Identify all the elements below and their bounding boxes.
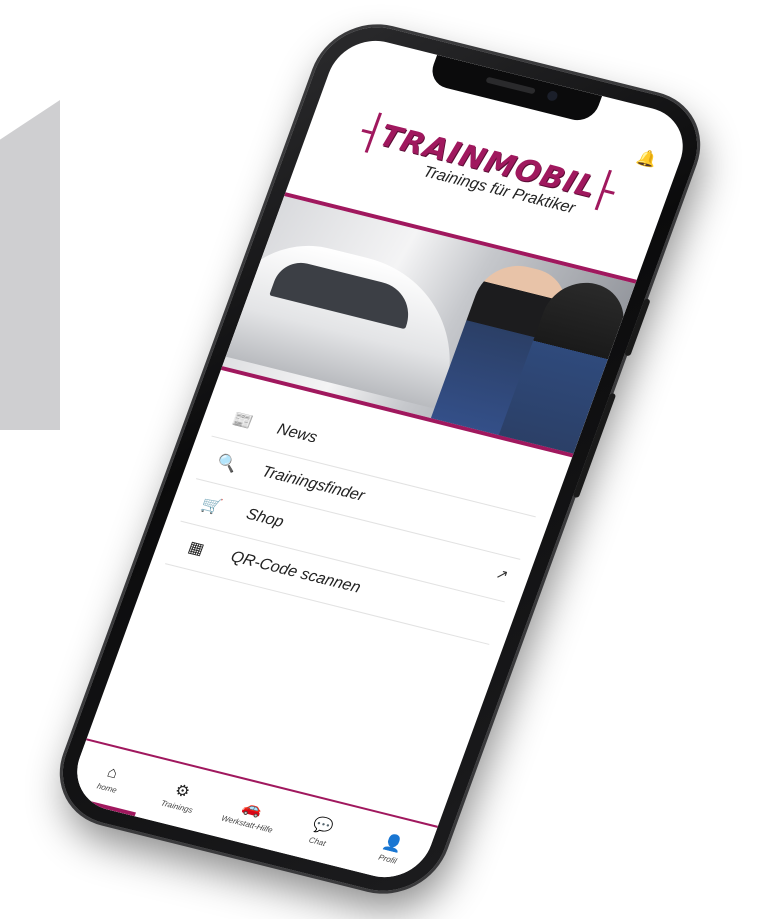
- menu-item-label: News: [274, 420, 320, 447]
- nav-item-home[interactable]: ⌂ home: [76, 757, 144, 799]
- notch: [426, 54, 603, 125]
- nav-item-chat[interactable]: 💬 Chat: [287, 809, 356, 853]
- bell-icon[interactable]: 🔔: [634, 147, 660, 171]
- nav-item-trainings[interactable]: ⚙ Trainings: [146, 774, 215, 818]
- speaker: [485, 76, 536, 95]
- background-grey-panel: [0, 100, 60, 430]
- nav-label: Chat: [307, 834, 328, 848]
- front-camera: [545, 89, 559, 102]
- home-icon: ⌂: [104, 763, 121, 782]
- phone-frame: 🔔 TRAINMOBIL Trainings für Praktiker 📰 N…: [46, 14, 714, 904]
- nav-active-indicator: [64, 795, 136, 817]
- search-icon: 🔍: [214, 453, 240, 475]
- newspaper-icon: 📰: [229, 410, 256, 432]
- nav-label: Profil: [377, 852, 399, 866]
- nav-label: Trainings: [159, 798, 195, 815]
- chat-icon: 💬: [310, 815, 336, 837]
- nav-item-werkstatt-hilfe[interactable]: 🚗 Werkstatt-Hilfe: [217, 791, 286, 835]
- qr-code-icon: ▦: [185, 538, 207, 559]
- nav-item-profil[interactable]: 👤 Profil: [357, 826, 426, 870]
- profile-icon: 👤: [380, 833, 406, 855]
- car-window: [269, 257, 419, 330]
- cart-icon: 🛒: [198, 495, 225, 517]
- trainings-icon: ⚙: [172, 781, 193, 801]
- bottom-nav: ⌂ home ⚙ Trainings 🚗 Werkstatt-Hilfe 💬 C…: [64, 738, 439, 887]
- car-repair-icon: 🚗: [240, 798, 266, 820]
- phone-screen: 🔔 TRAINMOBIL Trainings für Praktiker 📰 N…: [64, 31, 696, 887]
- menu-item-label: Shop: [243, 505, 286, 531]
- nav-label: home: [95, 781, 119, 795]
- volume-button: [624, 298, 651, 357]
- external-link-icon: ↗: [493, 565, 511, 583]
